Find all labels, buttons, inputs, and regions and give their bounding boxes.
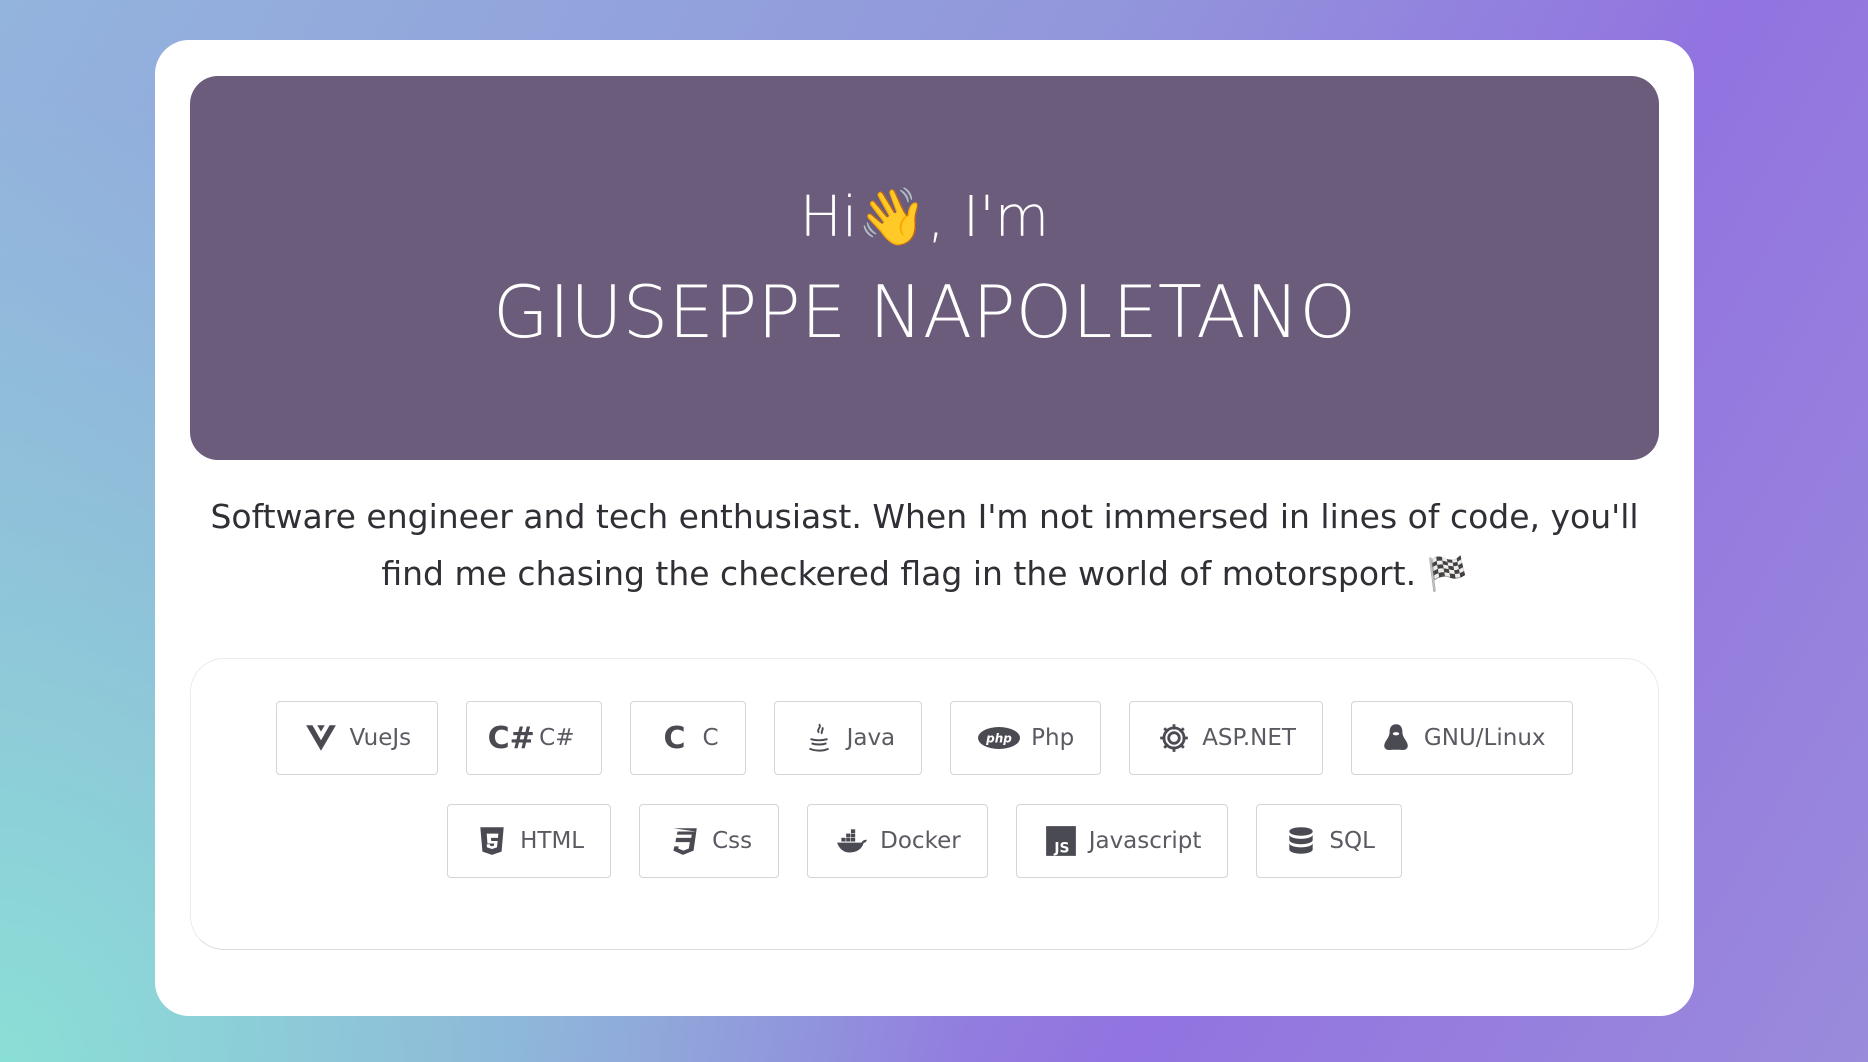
waving-hand-icon: 👋 (857, 185, 928, 250)
css3-icon (666, 823, 702, 859)
hero-banner: Hi👋, I'm GIUSEPPE NAPOLETANO (190, 76, 1659, 460)
skill-chip-vuejs[interactable]: VueJs (276, 701, 439, 775)
skill-chip-html[interactable]: HTML (447, 804, 612, 878)
skill-label: Javascript (1088, 828, 1202, 854)
skill-label: Java (846, 725, 896, 751)
skill-label: Php (1031, 725, 1075, 751)
skill-label: C# (539, 725, 575, 751)
vue-icon (303, 720, 339, 756)
docker-icon (834, 823, 870, 859)
js-icon: JS (1043, 823, 1079, 859)
svg-text:php: php (985, 732, 1012, 746)
gear-icon (1156, 720, 1192, 756)
skill-chip-css[interactable]: Css (639, 804, 780, 878)
html5-icon (474, 823, 510, 859)
php-icon: php (977, 720, 1021, 756)
full-name: GIUSEPPE NAPOLETANO (492, 270, 1357, 354)
skill-chip-docker[interactable]: Docker (807, 804, 988, 878)
skill-label: ASP.NET (1202, 725, 1296, 751)
skill-chip-java[interactable]: Java (773, 701, 923, 775)
skill-label: GNU/Linux (1423, 725, 1546, 751)
greeting: Hi👋, I'm (800, 186, 1049, 250)
skill-label: Docker (880, 828, 961, 854)
greeting-prefix: Hi (799, 185, 858, 250)
bio-text: Software engineer and tech enthusiast. W… (190, 488, 1659, 602)
checkered-flag-icon: 🏁 (1426, 554, 1468, 593)
skill-label: SQL (1329, 828, 1375, 854)
java-icon (801, 720, 837, 756)
skill-chip-php[interactable]: php Php (950, 701, 1102, 775)
bio-sentence: Software engineer and tech enthusiast. W… (210, 497, 1639, 593)
skill-chip-sql[interactable]: SQL (1256, 804, 1402, 878)
skill-label: VueJs (349, 725, 412, 751)
skill-chip-c[interactable]: C C (629, 701, 746, 775)
skill-chip-aspnet[interactable]: ASP.NET (1129, 701, 1323, 775)
skill-chip-javascript[interactable]: JS Javascript (1015, 804, 1229, 878)
skill-label: HTML (520, 828, 585, 854)
skill-chip-csharp[interactable]: C# C# (466, 701, 602, 775)
linux-icon (1378, 720, 1414, 756)
database-icon (1283, 823, 1319, 859)
skill-label: Css (712, 828, 753, 854)
svg-text:JS: JS (1053, 841, 1069, 857)
skill-chip-linux[interactable]: GNU/Linux (1350, 701, 1573, 775)
csharp-icon: C# (487, 720, 535, 756)
skill-label: C (702, 725, 719, 751)
c-icon: C (663, 720, 686, 756)
profile-card: Hi👋, I'm GIUSEPPE NAPOLETANO Software en… (155, 40, 1694, 1016)
skills-row-1: VueJs C# C# C C Java php Php ASP.NET GNU… (191, 701, 1658, 775)
greeting-suffix: , I'm (927, 185, 1050, 250)
skills-row-2: HTML Css Docker JS Javascript SQL (191, 804, 1658, 878)
skills-panel: VueJs C# C# C C Java php Php ASP.NET GNU… (190, 658, 1659, 950)
